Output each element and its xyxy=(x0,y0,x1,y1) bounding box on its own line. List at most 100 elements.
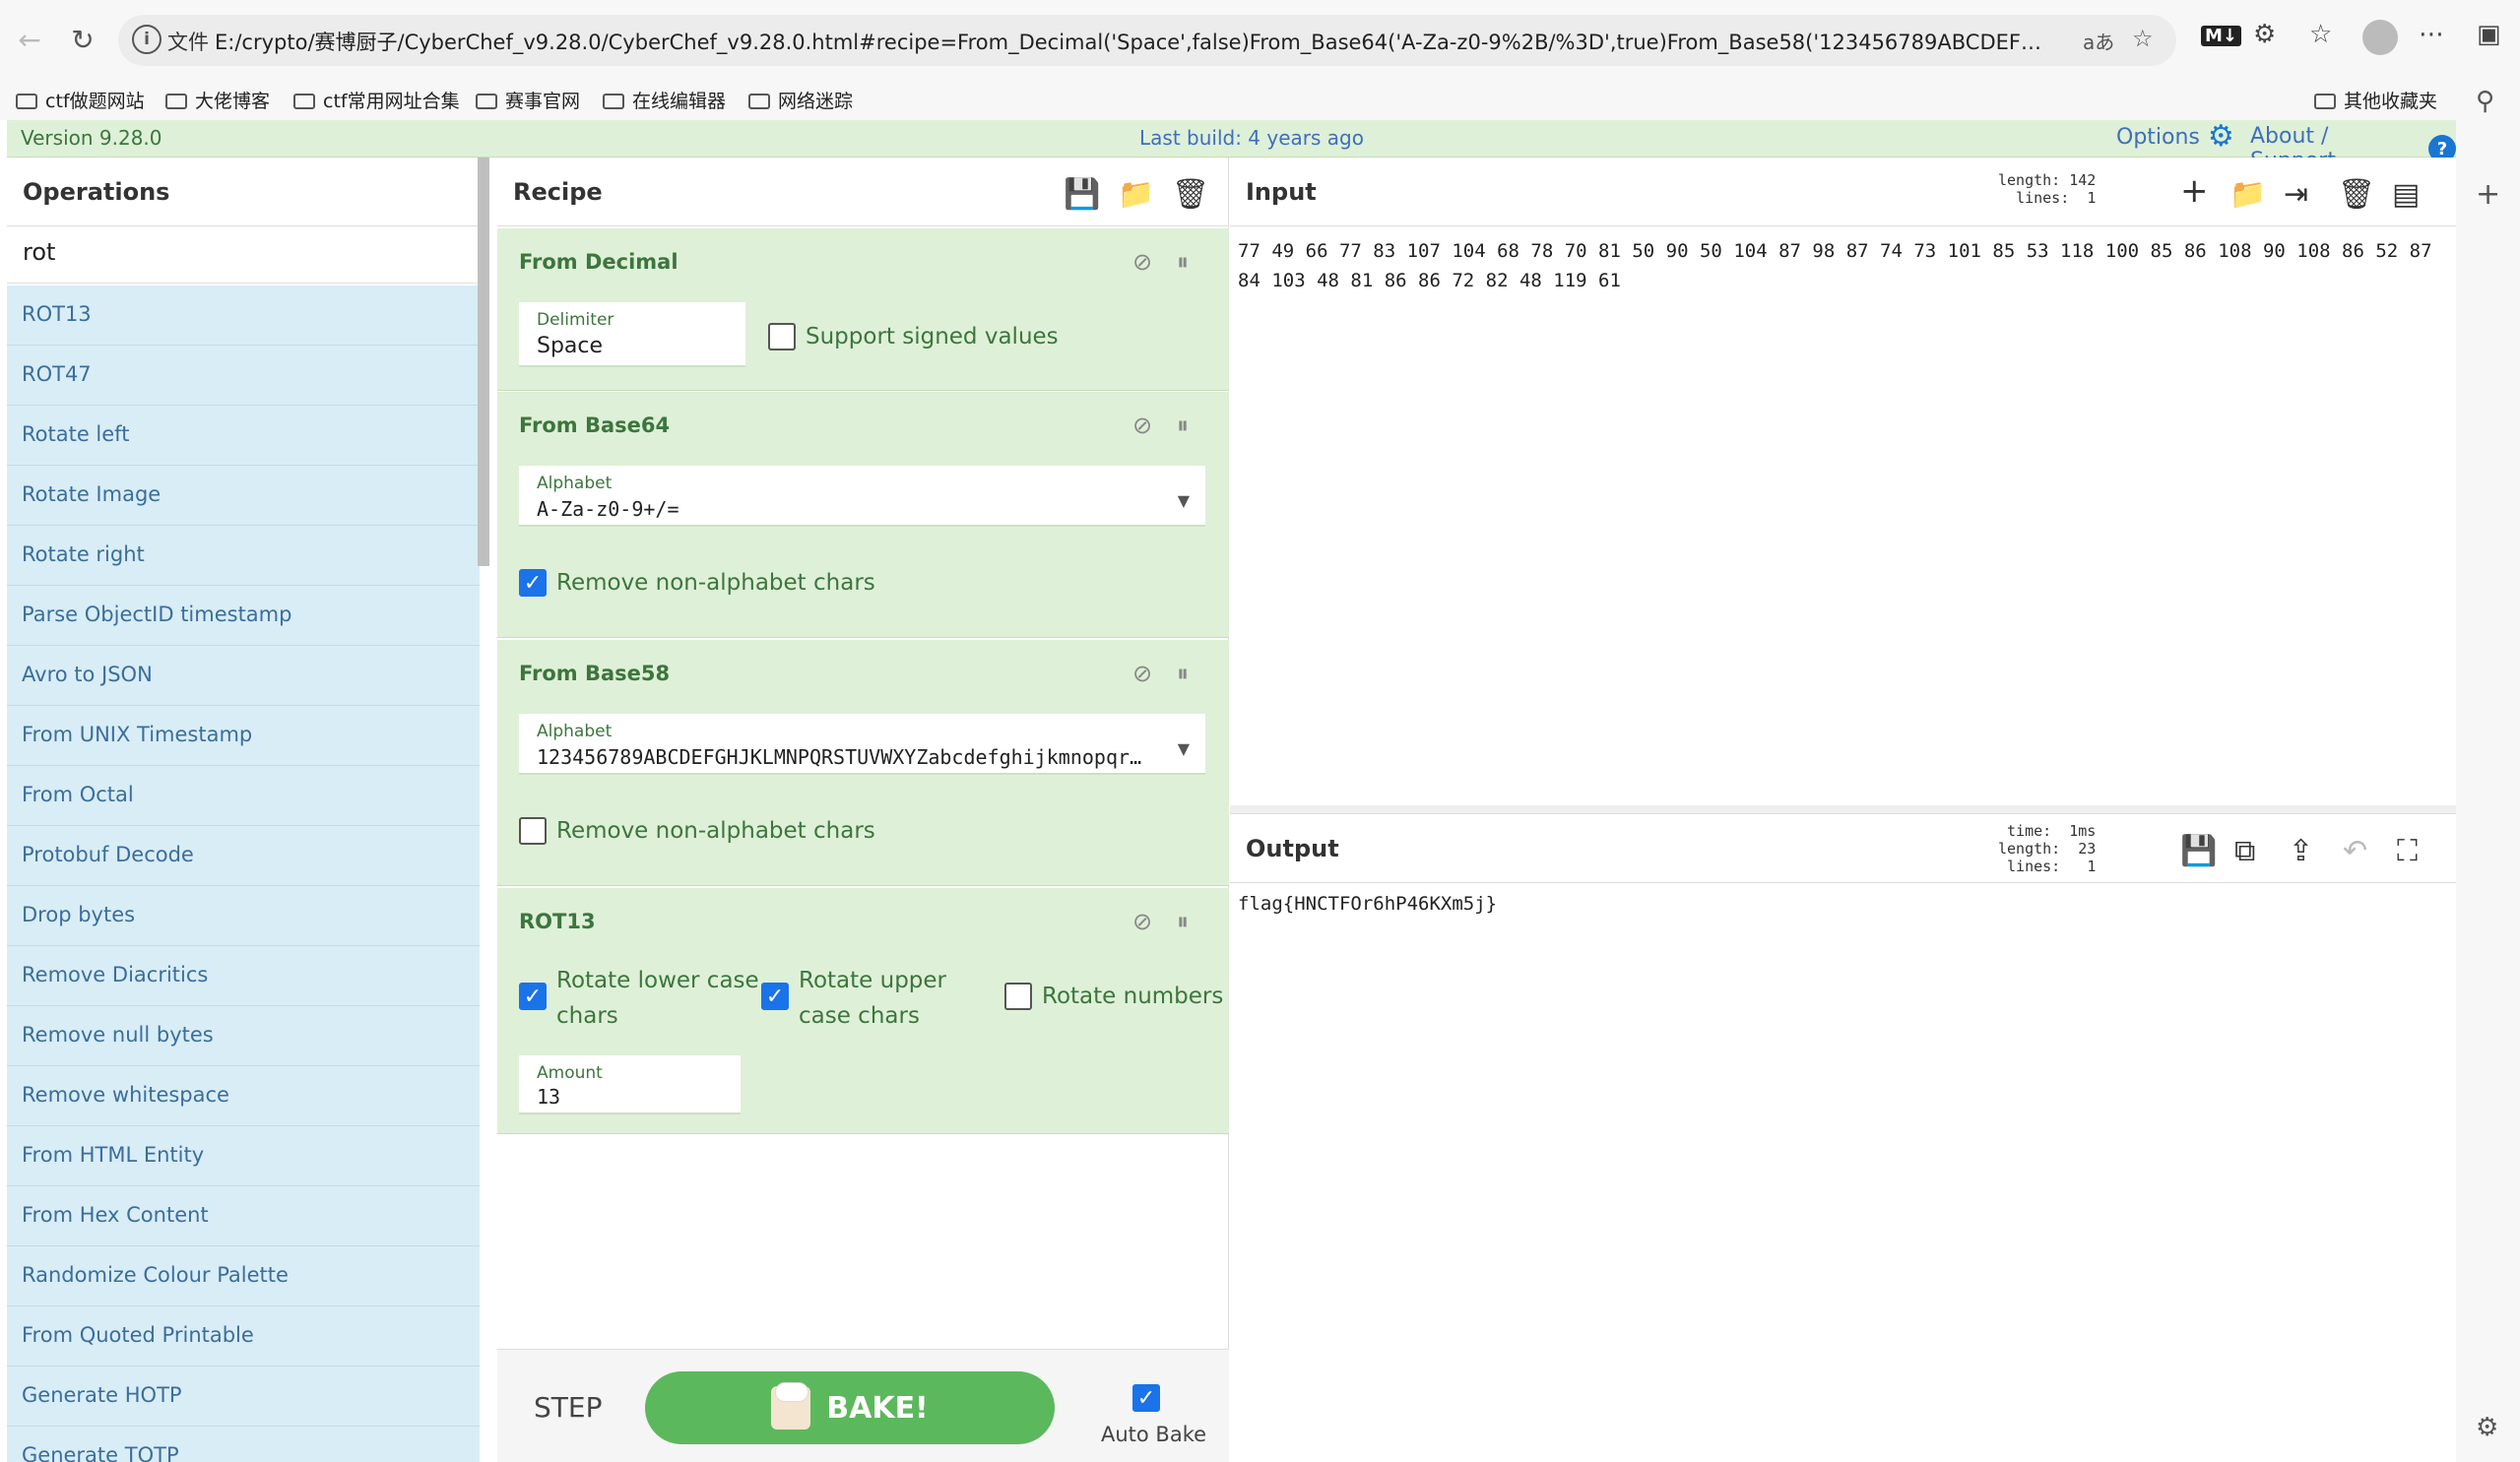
url-scheme-label: 文件 xyxy=(167,31,209,54)
op-item-remove-diacritics[interactable]: Remove Diacritics xyxy=(7,946,480,1006)
bookmark-folder[interactable]: 赛事官网 xyxy=(476,87,580,113)
op-item-from-unix-timestamp[interactable]: From UNIX Timestamp xyxy=(7,706,480,766)
chevron-down-icon[interactable]: ▼ xyxy=(1178,491,1190,510)
input-textarea[interactable]: 77 49 66 77 83 107 104 68 78 70 81 50 90… xyxy=(1238,236,2449,295)
op-item-rot47[interactable]: ROT47 xyxy=(7,346,480,406)
pause-icon[interactable]: ⏸ xyxy=(1177,908,1189,935)
more-menu-icon[interactable]: ⋯ xyxy=(2419,20,2444,49)
load-recipe-folder-icon[interactable]: 📁 xyxy=(1118,177,1154,212)
extension-md-icon[interactable]: M↓ xyxy=(2201,26,2241,46)
chevron-down-icon[interactable]: ▼ xyxy=(1178,739,1190,758)
op-item-from-octal[interactable]: From Octal xyxy=(7,766,480,826)
field-value: Space xyxy=(537,334,604,358)
op-item-remove-null-bytes[interactable]: Remove null bytes xyxy=(7,1006,480,1066)
disable-icon[interactable]: ⊘ xyxy=(1132,412,1152,439)
replace-input-icon[interactable]: ⇪ xyxy=(2289,834,2313,868)
op-item-randomize-colour-palette[interactable]: Randomize Colour Palette xyxy=(7,1246,480,1306)
delimiter-field[interactable]: Delimiter Space xyxy=(519,302,745,367)
settings-gear-icon[interactable]: ⚙ xyxy=(2476,1413,2498,1442)
gear-icon: ⚙ xyxy=(2207,119,2234,154)
op-item-avro-to-json[interactable]: Avro to JSON xyxy=(7,646,480,706)
op-item-from-quoted-printable[interactable]: From Quoted Printable xyxy=(7,1306,480,1367)
sidebar-toggle-icon[interactable]: ▣ xyxy=(2477,20,2501,49)
save-output-icon[interactable]: 💾 xyxy=(2180,834,2217,868)
clear-input-trash-icon[interactable]: 🗑 xyxy=(2338,177,2375,212)
operations-search-input[interactable]: rot xyxy=(7,226,479,284)
back-icon[interactable]: ← xyxy=(8,18,51,61)
refresh-icon[interactable]: ↻ xyxy=(61,18,104,61)
op-item-generate-totp[interactable]: Generate TOTP xyxy=(7,1427,480,1462)
extensions-icon[interactable]: ⚙ xyxy=(2253,20,2276,49)
chef-icon xyxy=(771,1382,811,1430)
search-icon[interactable]: ⚲ xyxy=(2476,87,2494,116)
alphabet-select[interactable]: Alphabet A-Za-z0-9+/= ▼ xyxy=(519,466,1205,527)
auto-bake-checkbox[interactable]: ✓ xyxy=(1132,1384,1160,1412)
disable-icon[interactable]: ⊘ xyxy=(1132,908,1152,935)
save-recipe-icon[interactable]: 💾 xyxy=(1064,177,1100,212)
options-button[interactable]: Options ⚙ xyxy=(2116,119,2234,154)
op-item-generate-hotp[interactable]: Generate HOTP xyxy=(7,1367,480,1427)
op-item-drop-bytes[interactable]: Drop bytes xyxy=(7,886,480,946)
translate-icon[interactable]: aあ xyxy=(2083,27,2114,55)
bookmark-folder[interactable]: 网络迷踪 xyxy=(748,87,853,113)
signed-values-checkbox[interactable] xyxy=(768,323,796,350)
disable-icon[interactable]: ⊘ xyxy=(1132,248,1152,276)
amount-field[interactable]: Amount 13 xyxy=(519,1055,741,1114)
pause-icon[interactable]: ⏸ xyxy=(1177,660,1189,687)
bake-bar: STEP BAKE! ✓ Auto Bake xyxy=(497,1349,1229,1462)
op-item-from-hex-content[interactable]: From Hex Content xyxy=(7,1186,480,1246)
field-value: 123456789ABCDEFGHJKLMNPQRSTUVWXYZabcdefg… xyxy=(537,745,1147,769)
output-panel: Output time: 1ms length: 23 lines: 1 💾 ⧉… xyxy=(1230,813,2456,1462)
bookmark-folder[interactable]: ctf做题网站 xyxy=(16,87,145,113)
output-text[interactable]: flag{HNCTFOr6hP46KXm5j} xyxy=(1238,893,1497,915)
remove-nonalphabet-checkbox[interactable] xyxy=(519,817,547,845)
rotate-numbers-checkbox[interactable] xyxy=(1004,983,1032,1010)
op-title: ROT13 xyxy=(519,910,596,933)
pause-icon[interactable]: ⏸ xyxy=(1177,248,1189,276)
io-resize-handle[interactable] xyxy=(1230,805,2456,813)
op-item-parse-objectid[interactable]: Parse ObjectID timestamp xyxy=(7,586,480,646)
bookmark-folder[interactable]: 大佬博客 xyxy=(165,87,270,113)
recipe-op-rot13: ROT13 ⊘ ⏸ ✓ Rotate lower case chars ✓ Rot… xyxy=(497,888,1229,1134)
bookmark-folder[interactable]: ctf常用网址合集 xyxy=(293,87,460,113)
open-file-icon[interactable]: ⇥ xyxy=(2284,177,2308,212)
undo-icon[interactable]: ↶ xyxy=(2343,834,2367,868)
op-item-rotate-right[interactable]: Rotate right xyxy=(7,526,480,586)
field-value: 13 xyxy=(537,1085,561,1109)
op-item-from-html-entity[interactable]: From HTML Entity xyxy=(7,1126,480,1186)
op-item-protobuf-decode[interactable]: Protobuf Decode xyxy=(7,826,480,886)
rotate-lower-checkbox[interactable]: ✓ xyxy=(519,983,547,1010)
maximize-icon[interactable]: ⛶ xyxy=(2397,834,2418,868)
step-button[interactable]: STEP xyxy=(534,1391,602,1424)
open-folder-icon[interactable]: 📁 xyxy=(2229,177,2266,212)
op-item-remove-whitespace[interactable]: Remove whitespace xyxy=(7,1066,480,1126)
disable-icon[interactable]: ⊘ xyxy=(1132,660,1152,687)
browser-toolbar: ← ↻ i 文件 E:/crypto/赛博厨子/CyberChef_v9.28.… xyxy=(0,0,2520,79)
other-bookmarks-folder[interactable]: 其他收藏夹 xyxy=(2314,87,2437,113)
add-icon[interactable]: + xyxy=(2476,177,2500,212)
add-tab-icon[interactable]: + xyxy=(2180,171,2209,211)
cyberchef-banner: Version 9.28.0 Last build: 4 years ago O… xyxy=(7,119,2456,173)
operations-scrollbar[interactable] xyxy=(478,158,489,566)
info-icon[interactable]: i xyxy=(132,25,162,54)
bookmark-folder[interactable]: 在线编辑器 xyxy=(603,87,726,113)
bake-button[interactable]: BAKE! xyxy=(645,1371,1055,1444)
op-item-rotate-image[interactable]: Rotate Image xyxy=(7,466,480,526)
op-title: From Base64 xyxy=(519,413,671,437)
clear-recipe-trash-icon[interactable]: 🗑 xyxy=(1172,177,1209,212)
alphabet-select[interactable]: Alphabet 123456789ABCDEFGHJKLMNPQRSTUVWX… xyxy=(519,714,1205,775)
favorite-star-icon[interactable]: ☆ xyxy=(2132,25,2154,52)
op-item-rot13[interactable]: ROT13 xyxy=(7,286,480,346)
rotate-upper-checkbox[interactable]: ✓ xyxy=(761,983,789,1010)
copy-output-icon[interactable]: ⧉ xyxy=(2234,834,2255,868)
layout-icon[interactable]: ▤ xyxy=(2392,177,2420,212)
pause-icon[interactable]: ⏸ xyxy=(1177,412,1189,439)
favorites-icon[interactable]: ☆ xyxy=(2309,20,2332,49)
version-label: Version 9.28.0 xyxy=(21,126,162,150)
field-label: Amount xyxy=(537,1063,603,1083)
url-text[interactable]: E:/crypto/赛博厨子/CyberChef_v9.28.0/CyberCh… xyxy=(215,27,2046,56)
address-bar[interactable]: i 文件 E:/crypto/赛博厨子/CyberChef_v9.28.0/Cy… xyxy=(118,15,2176,66)
profile-avatar[interactable] xyxy=(2362,20,2398,55)
remove-nonalphabet-checkbox[interactable]: ✓ xyxy=(519,569,547,597)
op-item-rotate-left[interactable]: Rotate left xyxy=(7,406,480,466)
